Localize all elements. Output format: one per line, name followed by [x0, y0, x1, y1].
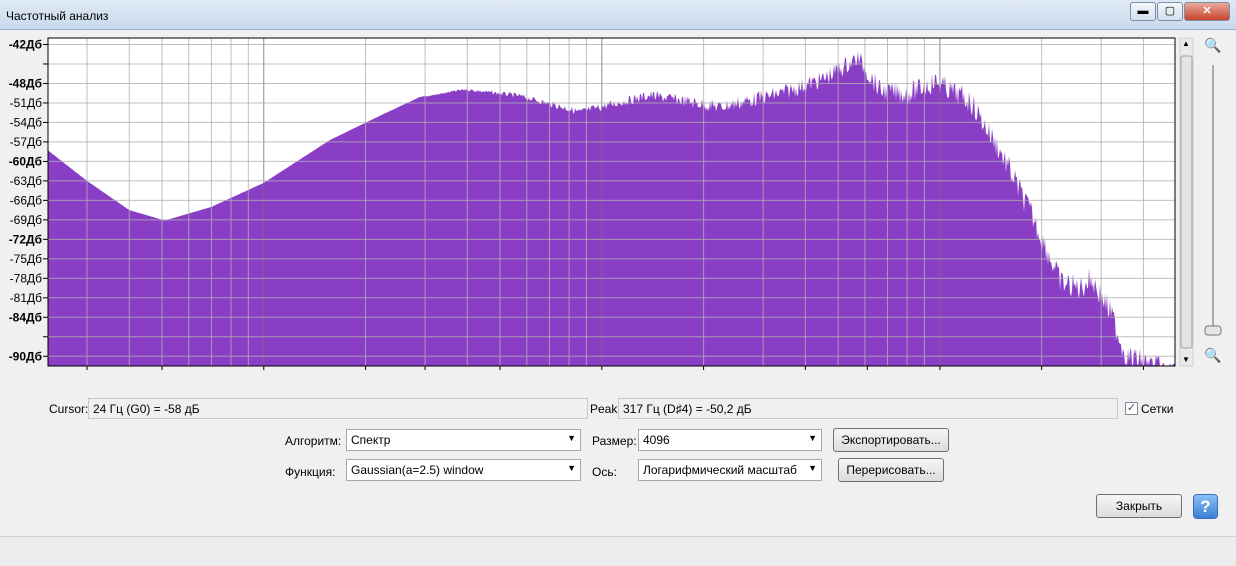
function-select[interactable]: Gaussian(a=2.5) window ▼	[346, 459, 581, 481]
y-tick-label: -90Дб	[9, 349, 42, 363]
axis-value: Логарифмический масштаб	[643, 463, 797, 477]
axis-select[interactable]: Логарифмический масштаб ▼	[638, 459, 822, 481]
algorithm-value: Спектр	[351, 433, 391, 447]
y-tick-label: -78Дб	[10, 271, 42, 285]
y-tick-label: -81Дб	[10, 291, 42, 305]
maximize-button[interactable]: ▢	[1157, 2, 1183, 21]
title-bar: Частотный анализ ▬ ▢ ✕	[0, 0, 1236, 30]
grid-checkbox[interactable]: ✓	[1125, 402, 1138, 415]
close-button[interactable]: Закрыть	[1096, 494, 1182, 518]
algorithm-select[interactable]: Спектр ▼	[346, 429, 581, 451]
y-tick-label: -69Дб	[10, 213, 42, 227]
zoom-in-icon: 🔍	[1204, 36, 1221, 54]
close-window-button[interactable]: ✕	[1184, 2, 1230, 21]
y-tick-label: -51Дб	[10, 96, 42, 110]
y-tick-label: -84Дб	[9, 310, 42, 324]
y-tick-label: -72Дб	[9, 232, 42, 246]
peak-label: Peak:	[590, 402, 621, 416]
scrollbar-thumb[interactable]	[1180, 55, 1193, 349]
status-bar	[0, 536, 1236, 566]
size-label: Размер:	[592, 434, 637, 448]
algorithm-label: Алгоритм:	[285, 434, 342, 448]
function-label: Функция:	[285, 465, 336, 479]
chevron-down-icon: ▼	[808, 463, 817, 473]
axis-label: Ось:	[592, 465, 617, 479]
scroll-down-arrow-icon: ▼	[1182, 355, 1190, 364]
y-tick-label: -54Дб	[10, 115, 42, 129]
help-button[interactable]: ?	[1193, 494, 1218, 519]
y-tick-label: -48Дб	[9, 76, 42, 90]
y-tick-label: -75Дб	[10, 252, 42, 266]
export-button[interactable]: Экспортировать...	[833, 428, 949, 452]
minimize-button[interactable]: ▬	[1130, 2, 1156, 21]
chevron-down-icon: ▼	[808, 433, 817, 443]
y-tick-label: -57Дб	[10, 135, 42, 149]
zoom-slider-handle[interactable]	[1204, 325, 1222, 336]
chevron-down-icon: ▼	[567, 433, 576, 443]
y-tick-label: -42Дб	[9, 37, 42, 51]
zoom-out-icon: 🔍	[1204, 346, 1221, 364]
y-tick-label: -66Дб	[10, 193, 42, 207]
y-tick-label: -60Дб	[9, 154, 42, 168]
size-value: 4096	[643, 433, 670, 447]
y-tick-label: -63Дб	[10, 174, 42, 188]
window-title: Частотный анализ	[6, 9, 109, 23]
cursor-readout: 24 Гц (G0) = -58 дБ	[88, 398, 588, 419]
peak-readout: 317 Гц (D♯4) = -50,2 дБ	[618, 398, 1118, 419]
redraw-button[interactable]: Перерисовать...	[838, 458, 944, 482]
grid-label: Сетки	[1141, 402, 1174, 416]
chevron-down-icon: ▼	[567, 463, 576, 473]
cursor-label: Cursor:	[49, 402, 89, 416]
spectrum-chart[interactable]: -42Дб -48Дб -51Дб -54Дб -57Дб -60Дб -63Дб -66Дб…	[0, 30, 1236, 370]
function-value: Gaussian(a=2.5) window	[351, 463, 484, 477]
size-select[interactable]: 4096 ▼	[638, 429, 822, 451]
scroll-up-arrow-icon: ▲	[1182, 39, 1190, 48]
